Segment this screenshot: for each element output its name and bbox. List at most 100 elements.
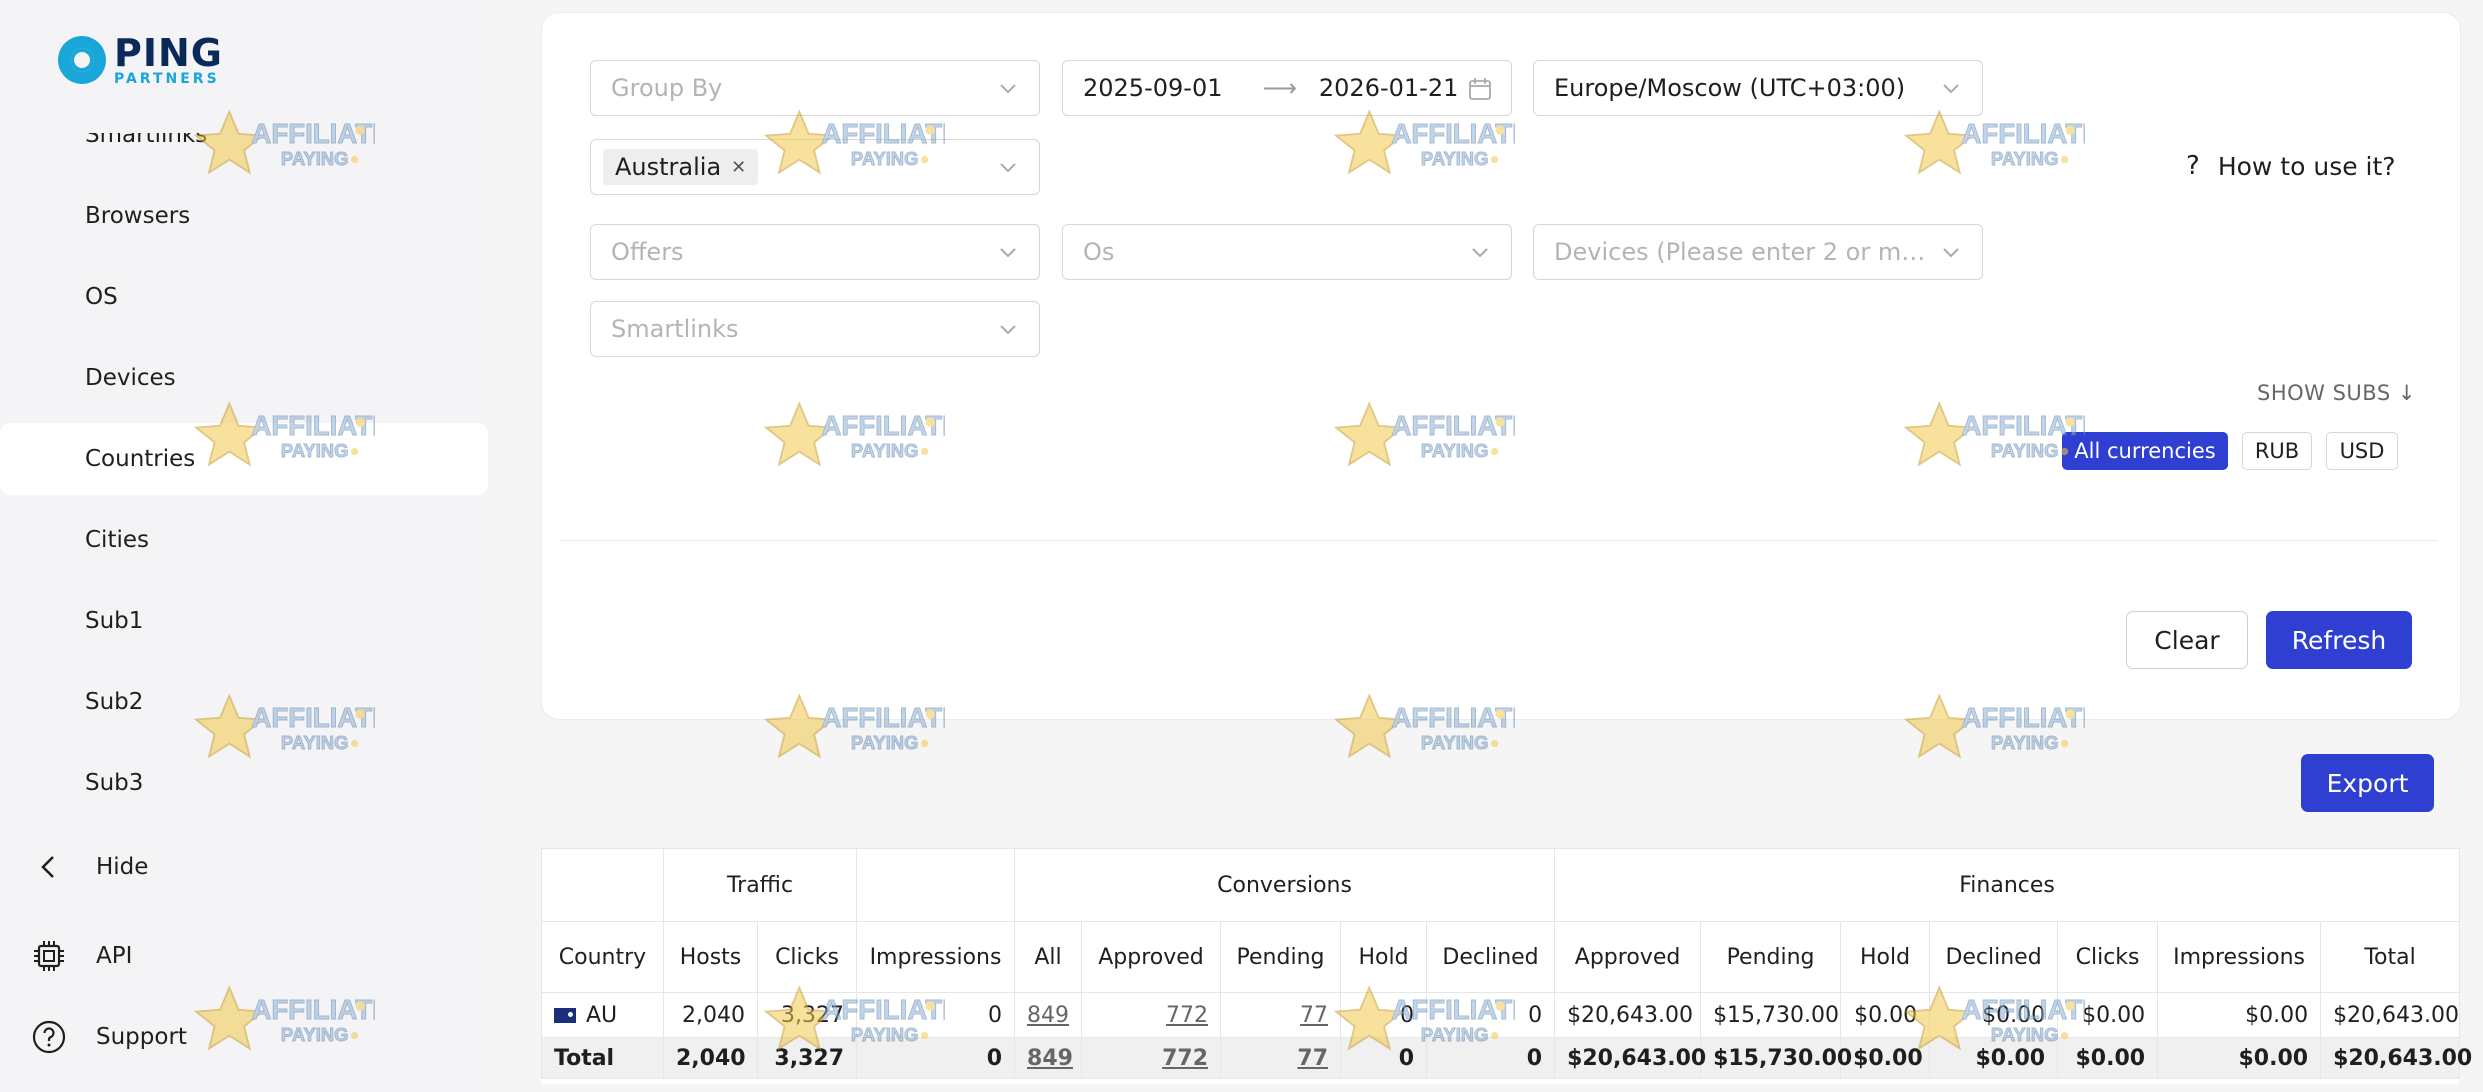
currency-usd-button[interactable]: USD <box>2326 432 2398 470</box>
column-header-fin-clicks[interactable]: Clicks <box>2057 921 2159 993</box>
table-cell: $15,730.00 <box>1700 992 1842 1038</box>
sidebar-item-label: Countries <box>85 446 196 472</box>
column-header-clicks[interactable]: Clicks <box>756 921 858 993</box>
sidebar-item-browsers[interactable]: Browsers <box>0 180 488 252</box>
column-header-all[interactable]: All <box>1014 921 1083 993</box>
group-header-blank <box>541 848 664 922</box>
smartlinks-select[interactable]: Smartlinks <box>590 301 1040 357</box>
group-header-traffic: Traffic <box>662 848 858 922</box>
table-cell-link[interactable]: 849 <box>1014 1037 1083 1079</box>
column-header-fin-approved[interactable]: Approved <box>1554 921 1702 993</box>
sidebar-item-label: Sub1 <box>85 608 144 634</box>
table-total-row: Total 2,040 3,327 0 849 772 77 0 0 $20,6… <box>541 1037 2472 1079</box>
smartlinks-placeholder: Smartlinks <box>611 315 739 343</box>
stats-table: Traffic Conversions Finances Country Hos… <box>541 848 2472 1084</box>
column-header-fin-impressions[interactable]: Impressions <box>2157 921 2322 993</box>
table-cell: 0 <box>856 1037 1016 1079</box>
brand-tagline: PARTNERS <box>114 71 220 87</box>
chevron-left-icon <box>41 856 54 878</box>
table-cell: 0 <box>856 992 1016 1038</box>
chevron-down-icon <box>1943 84 1959 94</box>
how-to-use-link[interactable]: ? How to use it? <box>2186 151 2396 181</box>
column-header-fin-pending[interactable]: Pending <box>1700 921 1842 993</box>
chevron-down-icon <box>1943 248 1959 258</box>
group-by-placeholder: Group By <box>611 74 723 102</box>
sidebar-item-countries[interactable]: Countries <box>0 423 488 495</box>
sidebar-item-label: Sub2 <box>85 689 144 715</box>
column-header-hold[interactable]: Hold <box>1340 921 1428 993</box>
export-button[interactable]: Export <box>2301 754 2434 812</box>
brand-logo[interactable]: PING PARTNERS <box>58 34 223 86</box>
hide-label: Hide <box>96 854 149 880</box>
table-cell: $20,643.00 <box>1554 1037 1706 1079</box>
currency-all-button[interactable]: All currencies <box>2062 432 2228 470</box>
table-cell: $0.00 <box>1840 992 1931 1038</box>
table-cell: 0 <box>1340 992 1428 1038</box>
column-header-total[interactable]: Total <box>2320 921 2461 993</box>
column-header-approved[interactable]: Approved <box>1081 921 1222 993</box>
column-header-declined[interactable]: Declined <box>1426 921 1556 993</box>
offers-select[interactable]: Offers <box>590 224 1040 280</box>
chevron-down-icon <box>1000 325 1016 335</box>
sidebar-item-support[interactable]: Support <box>30 1018 187 1056</box>
timezone-select[interactable]: Europe/Moscow (UTC+03:00) <box>1533 60 1983 116</box>
sidebar: PING PARTNERS Smartlinks Browsers OS Dev… <box>0 0 494 1092</box>
column-header-pending[interactable]: Pending <box>1220 921 1342 993</box>
date-range-picker[interactable]: 2025-09-01 ⟶ 2026-01-21 <box>1062 60 1512 116</box>
os-select[interactable]: Os <box>1062 224 1512 280</box>
table-cell-link[interactable]: 77 <box>1220 1037 1342 1079</box>
column-header-fin-hold[interactable]: Hold <box>1840 921 1931 993</box>
column-header-fin-declined[interactable]: Declined <box>1929 921 2059 993</box>
column-header-country[interactable]: Country <box>541 921 664 993</box>
table-cell: 0 <box>1426 992 1556 1038</box>
sidebar-item-devices[interactable]: Devices <box>0 342 488 414</box>
group-by-select[interactable]: Group By <box>590 60 1040 116</box>
sidebar-item-cities[interactable]: Cities <box>0 504 488 576</box>
column-header-hosts[interactable]: Hosts <box>663 921 758 993</box>
group-header-finances: Finances <box>1554 848 2461 922</box>
sidebar-item-sub2[interactable]: Sub2 <box>0 666 488 738</box>
table-cell-link[interactable]: 772 <box>1081 1037 1222 1079</box>
show-subs-toggle[interactable]: SHOW SUBS ↓ <box>2257 381 2416 405</box>
sidebar-item-sub3[interactable]: Sub3 <box>0 747 488 819</box>
table-cell: $20,643.00 <box>2320 992 2461 1038</box>
refresh-button[interactable]: Refresh <box>2266 611 2412 669</box>
timezone-value: Europe/Moscow (UTC+03:00) <box>1554 74 1906 102</box>
chevron-down-icon <box>1000 163 1016 173</box>
brand-name: PING <box>114 31 223 75</box>
date-to[interactable]: 2026-01-21 <box>1319 74 1458 102</box>
sidebar-item-sub1[interactable]: Sub1 <box>0 585 488 657</box>
date-from[interactable]: 2025-09-01 <box>1083 74 1222 102</box>
sidebar-item-os[interactable]: OS <box>0 261 488 333</box>
table-cell-link[interactable]: 77 <box>1220 992 1342 1038</box>
sidebar-item-label: Cities <box>85 527 149 553</box>
devices-placeholder: Devices (Please enter 2 or mo... <box>1554 238 1926 266</box>
remove-tag-icon[interactable]: ✕ <box>731 157 746 178</box>
table-cell: $0.00 <box>2057 992 2159 1038</box>
sidebar-item-label: Devices <box>85 365 176 391</box>
group-header-blank <box>856 848 1016 922</box>
table-cell-link[interactable]: 772 <box>1081 992 1222 1038</box>
currency-rub-button[interactable]: RUB <box>2242 432 2312 470</box>
country-code: AU <box>586 1002 618 1028</box>
show-subs-label: SHOW SUBS <box>2257 381 2391 405</box>
clear-button[interactable]: Clear <box>2126 611 2248 669</box>
table-cell: $0.00 <box>2157 992 2322 1038</box>
devices-select[interactable]: Devices (Please enter 2 or mo... <box>1533 224 1983 280</box>
countries-select[interactable]: Australia ✕ <box>590 139 1040 195</box>
country-tag: Australia ✕ <box>603 149 759 185</box>
sidebar-item-smartlinks[interactable]: Smartlinks <box>0 133 488 171</box>
table-cell: $0.00 <box>1929 1037 2059 1079</box>
hide-sidebar-button[interactable]: Hide <box>30 848 148 886</box>
total-label: Total <box>541 1037 664 1079</box>
table-cell-link[interactable]: 849 <box>1014 992 1083 1038</box>
table-cell: 3,327 <box>756 992 858 1038</box>
table-cell: 2,040 <box>663 1037 758 1079</box>
table-cell: 3,327 <box>756 1037 858 1079</box>
sidebar-item-api[interactable]: API <box>30 937 132 975</box>
calendar-icon <box>1469 78 1491 100</box>
chevron-down-icon <box>1000 248 1016 258</box>
os-placeholder: Os <box>1083 238 1115 266</box>
column-header-impressions[interactable]: Impressions <box>856 921 1016 993</box>
table-cell: $0.00 <box>2157 1037 2322 1079</box>
